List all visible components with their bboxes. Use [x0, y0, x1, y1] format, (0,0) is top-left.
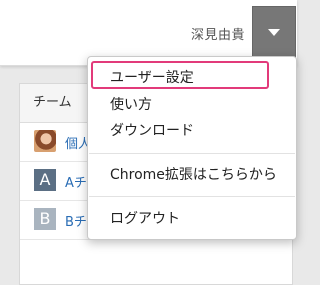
- menu-item-download[interactable]: ダウンロード: [110, 120, 194, 140]
- user-name[interactable]: 深見由貴: [191, 24, 245, 43]
- menu-divider: [89, 153, 295, 154]
- menu-item-chrome-extension[interactable]: Chrome拡張はこちらから: [110, 164, 277, 184]
- user-avatar-icon: [34, 130, 56, 152]
- chevron-down-icon: [268, 29, 280, 36]
- user-dropdown-menu: ユーザー設定 使い方 ダウンロード Chrome拡張はこちらから ログアウト: [87, 56, 297, 240]
- menu-item-logout[interactable]: ログアウト: [110, 208, 180, 228]
- menu-item-user-settings[interactable]: ユーザー設定: [110, 67, 194, 87]
- user-menu-toggle-button[interactable]: [252, 6, 296, 58]
- menu-item-how-to-use[interactable]: 使い方: [110, 94, 152, 114]
- team-a-icon: A: [34, 169, 56, 191]
- team-b-icon: B: [34, 208, 56, 230]
- menu-divider: [89, 196, 295, 197]
